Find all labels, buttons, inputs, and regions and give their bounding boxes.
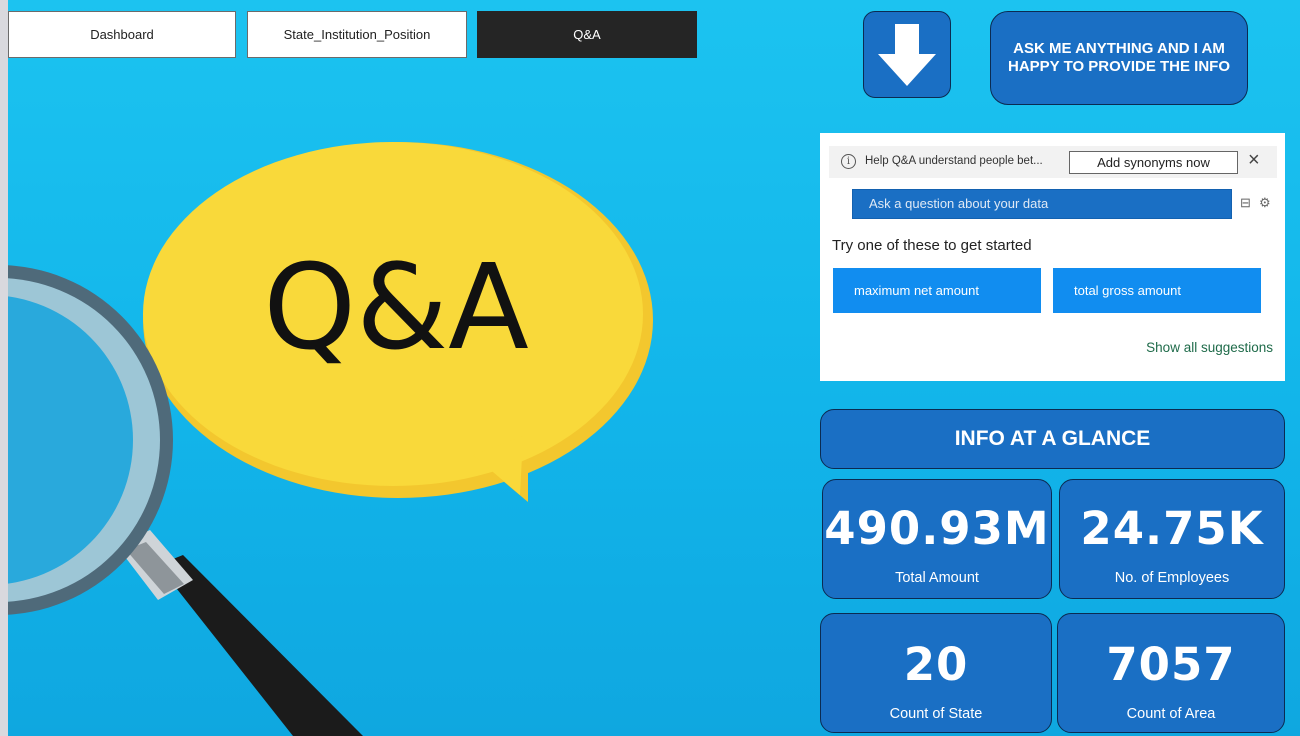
speech-bubble: Q&A	[143, 142, 653, 502]
bubble-text: Q&A	[263, 238, 529, 376]
kpi-value: 490.93M	[824, 502, 1050, 555]
qa-question-input[interactable]: Ask a question about your data	[852, 189, 1232, 219]
suggestion-maximum-net-amount[interactable]: maximum net amount	[833, 268, 1041, 313]
kpi-label: Count of State	[889, 706, 983, 722]
kpi-value: 20	[903, 638, 969, 691]
qa-hero-image: Q&A	[8, 142, 653, 736]
close-icon[interactable]: ×	[1248, 149, 1260, 172]
kpi-label: Total Amount	[895, 570, 979, 586]
kpi-label: Count of Area	[1126, 706, 1216, 722]
kpi-value: 24.75K	[1080, 502, 1264, 555]
try-suggestions-heading: Try one of these to get started	[832, 237, 1032, 254]
qa-help-bar: i Help Q&A understand people bet... Add …	[829, 146, 1277, 178]
tab-state-institution-position[interactable]: State_Institution_Position	[247, 11, 467, 58]
kpi-card-count-of-state: 20 Count of State	[820, 613, 1052, 733]
kpi-card-employees: 24.75K No. of Employees	[1059, 479, 1285, 599]
ask-me-anything-button[interactable]: ASK ME ANYTHING AND I AM HAPPY TO PROVID…	[990, 11, 1248, 105]
suggestion-total-gross-amount[interactable]: total gross amount	[1053, 268, 1261, 313]
help-text: Help Q&A understand people bet...	[865, 155, 1043, 167]
tab-qa[interactable]: Q&A	[477, 11, 697, 58]
kpi-card-total-amount: 490.93M Total Amount	[822, 479, 1052, 599]
arrow-down-icon	[878, 23, 936, 86]
kpi-card-count-of-area: 7057 Count of Area	[1057, 613, 1285, 733]
turn-into-visual-icon[interactable]: ⊟	[1240, 195, 1251, 211]
show-all-suggestions-link[interactable]: Show all suggestions	[1146, 340, 1273, 355]
qa-visual: i Help Q&A understand people bet... Add …	[820, 133, 1285, 381]
kpi-label: No. of Employees	[1114, 570, 1230, 586]
kpi-value: 7057	[1106, 638, 1236, 691]
arrow-down-button[interactable]	[863, 11, 951, 98]
gear-icon[interactable]: ⚙	[1259, 195, 1271, 211]
add-synonyms-button[interactable]: Add synonyms now	[1069, 151, 1238, 174]
info-icon: i	[841, 154, 856, 169]
report-canvas: Dashboard State_Institution_Position Q&A…	[8, 0, 1300, 736]
tab-dashboard[interactable]: Dashboard	[8, 11, 236, 58]
info-at-a-glance-title: INFO AT A GLANCE	[820, 409, 1285, 469]
